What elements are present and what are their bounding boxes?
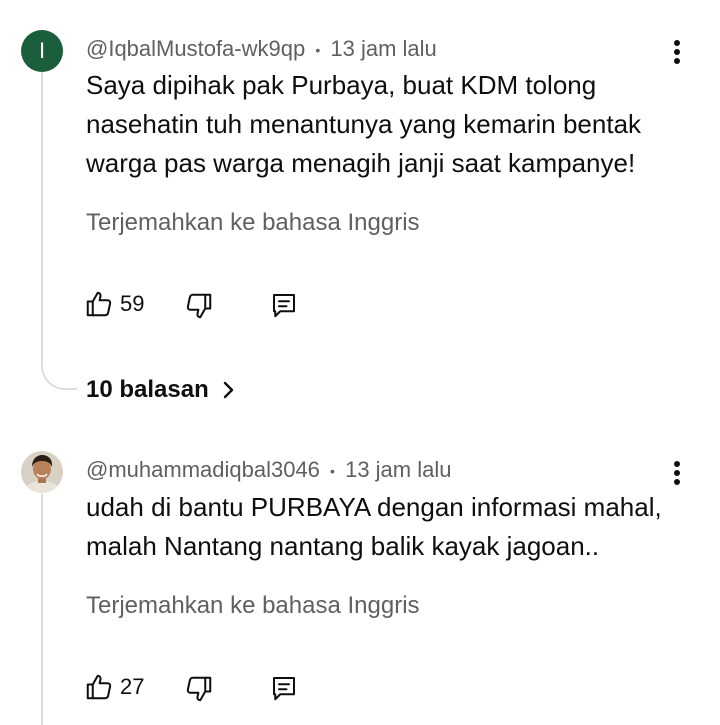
thread-line: [41, 494, 43, 725]
avatar[interactable]: [21, 451, 63, 493]
reply-button[interactable]: [269, 673, 299, 703]
thread-line: [41, 72, 43, 360]
comment-text: Saya dipihak pak Purbaya, buat KDM tolon…: [86, 66, 641, 183]
comment-meta: @muhammadiqbal3046 • 13 jam lalu: [86, 457, 451, 483]
meta-separator: •: [315, 42, 321, 59]
comment-line: Saya dipihak pak Purbaya, buat KDM tolon…: [86, 70, 597, 100]
comment-line: malah Nantang nantang balik kayak jagoan…: [86, 531, 600, 561]
more-vert-icon: [674, 40, 680, 64]
timestamp[interactable]: 13 jam lalu: [345, 457, 451, 482]
comment-line: warga pas warga menagih janji saat kampa…: [86, 148, 636, 178]
comment-text: udah di bantu PURBAYA dengan informasi m…: [86, 488, 662, 566]
reply-button[interactable]: [269, 290, 299, 320]
thread-curve: [41, 348, 77, 390]
thumb-up-icon: [86, 291, 112, 317]
meta-separator: •: [330, 463, 335, 480]
view-replies-button[interactable]: 10 balasan: [86, 376, 239, 404]
more-options-button[interactable]: [667, 453, 687, 493]
dislike-button[interactable]: [184, 291, 214, 321]
thumb-down-icon: [186, 676, 212, 702]
more-vert-icon: [674, 461, 680, 485]
dislike-button[interactable]: [184, 674, 214, 704]
like-button[interactable]: 27: [84, 672, 144, 702]
avatar-photo: [21, 451, 63, 493]
author-name[interactable]: @IqbalMustofa-wk9qp: [86, 36, 305, 61]
avatar[interactable]: I: [21, 30, 63, 72]
like-count: 59: [120, 291, 145, 316]
translate-link[interactable]: Terjemahkan ke bahasa Inggris: [86, 592, 420, 620]
like-count: 27: [120, 674, 145, 699]
like-button[interactable]: 59: [84, 289, 144, 319]
reply-icon: [273, 677, 295, 701]
chevron-right-icon: [223, 381, 233, 399]
replies-label: 10 balasan: [86, 376, 209, 403]
more-options-button[interactable]: [667, 32, 687, 72]
reply-icon: [273, 294, 295, 318]
translate-link[interactable]: Terjemahkan ke bahasa Inggris: [86, 209, 420, 237]
comment-line: nasehatin tuh menantunya yang kemarin be…: [86, 109, 642, 139]
thumb-up-icon: [86, 674, 112, 700]
timestamp[interactable]: 13 jam lalu: [330, 36, 436, 61]
comment-line: udah di bantu PURBAYA dengan informasi m…: [86, 492, 662, 522]
author-name[interactable]: @muhammadiqbal3046: [86, 457, 320, 482]
avatar-letter: I: [38, 38, 46, 63]
thumb-down-icon: [186, 293, 212, 319]
comment-meta: @IqbalMustofa-wk9qp • 13 jam lalu: [86, 36, 437, 62]
